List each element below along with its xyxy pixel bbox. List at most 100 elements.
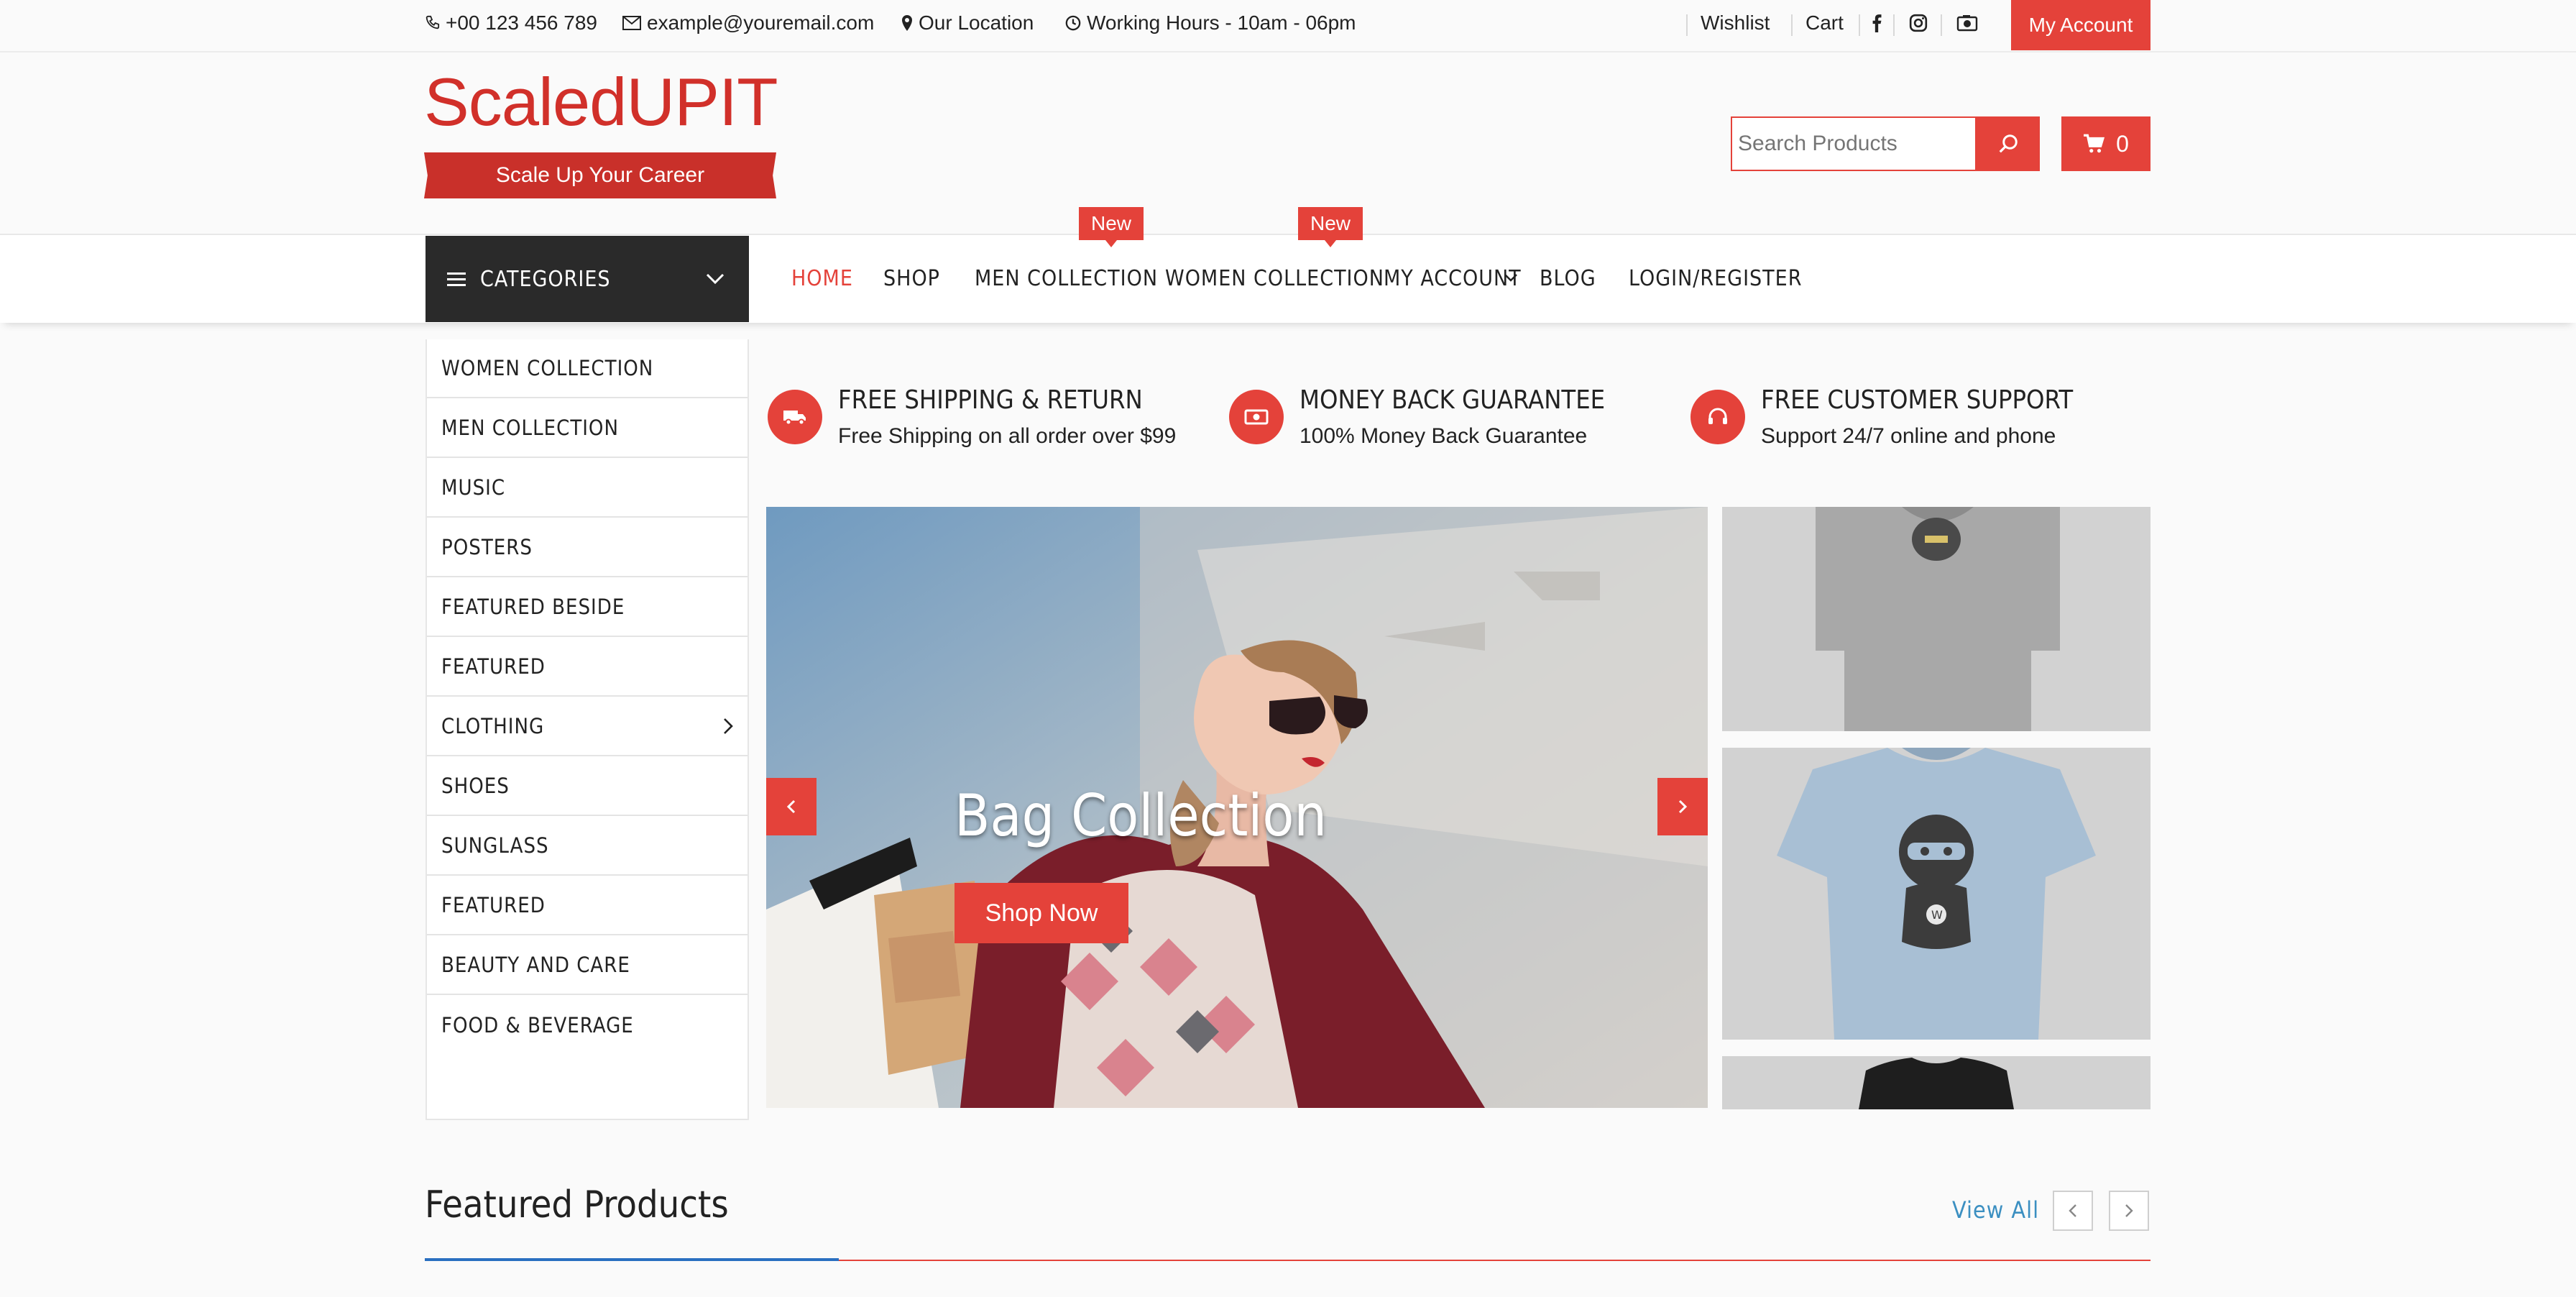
- divider: [1686, 14, 1688, 36]
- nav-home[interactable]: HOME: [791, 236, 853, 322]
- category-item[interactable]: SUNGLASS: [427, 817, 748, 876]
- feature-subtitle: Free Shipping on all order over $99: [838, 424, 1177, 448]
- slider-next-button[interactable]: [1657, 778, 1708, 835]
- category-item[interactable]: BEAUTY AND CARE: [427, 936, 748, 995]
- feature-title: MONEY BACK GUARANTEE: [1300, 385, 1606, 415]
- cart-count: 0: [2116, 130, 2129, 157]
- truck-icon: [768, 390, 822, 444]
- nav-my-account[interactable]: MY ACCOUNT: [1384, 236, 1522, 322]
- nav-blog[interactable]: BLOG: [1540, 236, 1596, 322]
- section-title: Featured Products: [425, 1183, 729, 1227]
- black-tshirt-image: [1722, 1056, 2150, 1109]
- phone-text: +00 123 456 789: [446, 12, 597, 34]
- logo[interactable]: ScaledUPIT: [424, 63, 778, 141]
- category-item[interactable]: MUSIC: [427, 459, 748, 518]
- featured-next-button[interactable]: [2109, 1191, 2149, 1231]
- nav-shop[interactable]: SHOP: [883, 236, 940, 322]
- categories-toggle[interactable]: CATEGORIES: [426, 236, 749, 322]
- category-label: FEATURED BESIDE: [441, 595, 625, 619]
- svg-text:W: W: [1931, 908, 1943, 922]
- location-text: Our Location: [919, 12, 1034, 34]
- chevron-left-icon: [2069, 1204, 2076, 1217]
- hours-text: Working Hours - 10am - 06pm: [1087, 12, 1356, 34]
- my-account-button[interactable]: My Account: [2011, 0, 2150, 50]
- category-sidebar: WOMEN COLLECTION MEN COLLECTION MUSIC PO…: [426, 339, 749, 1120]
- view-all-link[interactable]: View All: [1952, 1196, 2039, 1224]
- nav-women-collection[interactable]: WOMEN COLLECTION: [1165, 236, 1384, 322]
- divider: [1791, 14, 1793, 36]
- category-item-clothing[interactable]: CLOTHING: [427, 697, 748, 756]
- shop-now-button[interactable]: Shop Now: [954, 883, 1128, 943]
- category-item[interactable]: FEATURED: [427, 876, 748, 935]
- category-item[interactable]: FEATURED BESIDE: [427, 578, 748, 637]
- chevron-right-icon: [724, 718, 733, 734]
- feature-subtitle: Support 24/7 online and phone: [1761, 424, 2056, 448]
- camera-icon[interactable]: [1956, 9, 1978, 37]
- category-label: POSTERS: [441, 535, 533, 559]
- search-button[interactable]: [1977, 116, 2040, 171]
- category-item[interactable]: WOMEN COLLECTION: [427, 339, 748, 398]
- category-item[interactable]: POSTERS: [427, 518, 748, 577]
- hours-info: Working Hours - 10am - 06pm: [1065, 9, 1356, 37]
- slide-title: Bag Collection: [954, 782, 1328, 849]
- email-info[interactable]: example@youremail.com: [622, 9, 874, 37]
- search-input[interactable]: [1732, 118, 1975, 170]
- phone-icon: [426, 15, 440, 29]
- featured-prev-button[interactable]: [2053, 1191, 2093, 1231]
- category-label: CLOTHING: [441, 714, 545, 738]
- category-label: FEATURED: [441, 654, 546, 679]
- category-item[interactable]: SHOES: [427, 757, 748, 816]
- feature-subtitle: 100% Money Back Guarantee: [1300, 424, 1588, 448]
- product-thumbnail[interactable]: W: [1722, 748, 2150, 1040]
- chevron-right-icon: [1678, 799, 1688, 814]
- category-label: BEAUTY AND CARE: [441, 953, 630, 977]
- cart-icon: [2084, 134, 2105, 153]
- feature-title: FREE CUSTOMER SUPPORT: [1761, 385, 2074, 415]
- hamburger-icon: [447, 272, 466, 286]
- envelope-icon: [622, 16, 641, 30]
- wishlist-label: Wishlist: [1701, 12, 1770, 34]
- category-label: FOOD & BEVERAGE: [441, 1013, 634, 1037]
- slider-prev-button[interactable]: [766, 778, 816, 835]
- chevron-right-icon: [2125, 1204, 2133, 1217]
- nav-men-collection[interactable]: MEN COLLECTION: [975, 236, 1158, 322]
- headset-icon: [1690, 390, 1745, 444]
- category-item[interactable]: FOOD & BEVERAGE: [427, 996, 748, 1055]
- clock-icon: [1065, 15, 1081, 31]
- instagram-icon[interactable]: [1909, 9, 1928, 37]
- category-item[interactable]: MEN COLLECTION: [427, 399, 748, 458]
- top-bar: +00 123 456 789 example@youremail.com Ou…: [0, 0, 2576, 52]
- facebook-icon[interactable]: [1872, 9, 1882, 37]
- phone-info: +00 123 456 789: [424, 9, 597, 37]
- cart-button[interactable]: 0: [2061, 116, 2150, 171]
- new-badge: New: [1298, 207, 1363, 247]
- cart-link[interactable]: Cart: [1806, 9, 1844, 37]
- category-label: MEN COLLECTION: [441, 416, 619, 440]
- category-label: WOMEN COLLECTION: [441, 356, 654, 380]
- chevron-down-icon: [706, 273, 724, 285]
- section-divider-accent: [425, 1258, 839, 1261]
- money-icon: [1229, 390, 1284, 444]
- wishlist-link[interactable]: Wishlist: [1701, 9, 1770, 37]
- new-badge: New: [1079, 207, 1144, 247]
- chevron-down-icon[interactable]: [1504, 273, 1518, 283]
- email-text: example@youremail.com: [647, 12, 875, 34]
- category-label: MUSIC: [441, 475, 506, 500]
- search-icon: [1999, 134, 2018, 153]
- nav-login-register[interactable]: LOGIN/REGISTER: [1629, 236, 1802, 322]
- product-thumbnail[interactable]: [1722, 507, 2150, 731]
- divider: [1893, 14, 1895, 36]
- category-label: FEATURED: [441, 893, 546, 917]
- location-info[interactable]: Our Location: [901, 9, 1034, 37]
- search-box[interactable]: [1731, 116, 1977, 171]
- blue-tshirt-image: W: [1722, 748, 2150, 1040]
- cart-label: Cart: [1806, 12, 1844, 34]
- chevron-left-icon: [786, 799, 796, 814]
- gray-tshirt-image: [1722, 507, 2150, 731]
- map-pin-icon: [902, 15, 912, 31]
- product-thumbnail[interactable]: [1722, 1056, 2150, 1109]
- category-item[interactable]: FEATURED: [427, 638, 748, 697]
- category-label: SHOES: [441, 774, 510, 798]
- logo-tagline: Scale Up Your Career: [424, 152, 776, 198]
- categories-label: CATEGORIES: [480, 266, 611, 292]
